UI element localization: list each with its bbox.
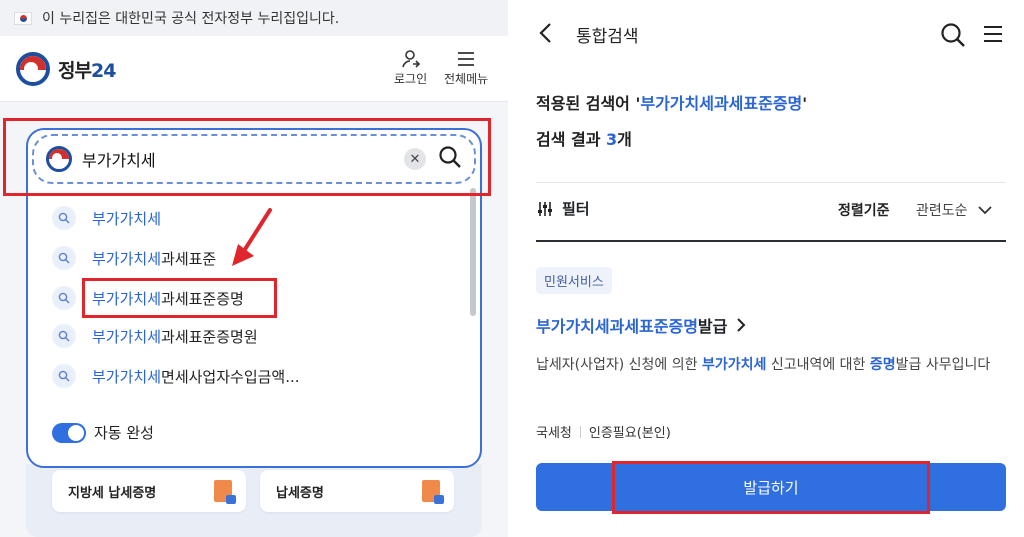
category-badge: 민원서비스 <box>536 267 612 294</box>
filter-label: 필터 <box>562 200 590 218</box>
search-icon <box>52 324 76 348</box>
all-menu-label: 전체메뉴 <box>444 72 489 86</box>
suggestion-item[interactable]: 부가가치세 과세표준증명원 <box>52 322 452 350</box>
search-icon <box>52 286 76 310</box>
search-icon[interactable] <box>940 22 966 52</box>
result-count: 검색 결과 3개 <box>536 130 632 149</box>
auth-requirement: 인증필요(본인) <box>588 426 671 441</box>
result-description: 납세자(사업자) 신청에 의한 부가가치세 신고내역에 대한 증명발급 사무입니… <box>536 357 991 373</box>
hamburger-menu-icon[interactable] <box>982 24 1004 48</box>
login-button[interactable]: 로그인 <box>394 48 427 87</box>
page-title: 통합검색 <box>576 27 639 47</box>
site-header: 정부24 로그인 전체메뉴 <box>0 36 508 102</box>
tax-certificate-card[interactable]: 납세증명 <box>260 470 454 512</box>
card-label: 납세증명 <box>276 485 324 501</box>
hamburger-menu-icon <box>456 48 476 70</box>
logo-text: 정부24 <box>58 59 116 82</box>
org-name: 국세청 <box>536 426 572 441</box>
autocomplete-label: 자동 완성 <box>94 424 154 442</box>
local-tax-certificate-card[interactable]: 지방세 납세증명 <box>52 470 246 512</box>
suggestion-item[interactable]: 부가가치세 면세사업자수입금액... <box>52 362 452 390</box>
document-icon <box>422 480 444 504</box>
gov24-logo[interactable]: 정부24 <box>16 52 116 86</box>
korea-flag-icon <box>14 11 32 25</box>
toggle-switch[interactable] <box>52 422 86 443</box>
user-login-icon <box>401 48 421 70</box>
filter-button[interactable]: 필터 <box>536 198 590 219</box>
separator <box>579 425 581 438</box>
sort-label: 정렬기준 <box>838 203 890 219</box>
search-icon <box>52 246 76 270</box>
divider <box>536 240 1006 242</box>
filter-sliders-icon <box>538 201 552 216</box>
chevron-down-icon <box>977 206 992 215</box>
sort-value: 관련도순 <box>916 203 968 219</box>
result-title-link[interactable]: 부가가치세과세표준증명 발급 <box>536 313 747 337</box>
official-notice-bar: 이 누리집은 대한민국 공식 전자정부 누리집입니다. <box>0 0 508 36</box>
sort-select[interactable]: 관련도순 <box>916 200 992 220</box>
all-menu-button[interactable]: 전체메뉴 <box>444 48 488 87</box>
divider <box>536 182 1006 183</box>
autocomplete-toggle[interactable]: 자동 완성 <box>52 422 154 443</box>
search-icon <box>52 206 76 230</box>
back-chevron-icon[interactable] <box>538 22 554 48</box>
highlight-box-search <box>3 118 491 196</box>
result-meta: 국세청 인증필요(본인) <box>536 422 671 441</box>
card-label: 지방세 납세증명 <box>68 485 157 501</box>
red-arrow-icon <box>232 208 272 266</box>
dropdown-scrollbar[interactable] <box>470 188 476 316</box>
search-icon <box>52 364 76 388</box>
login-label: 로그인 <box>394 72 428 86</box>
document-icon <box>214 480 236 504</box>
notice-text: 이 누리집은 대한민국 공식 전자정부 누리집입니다. <box>42 11 340 27</box>
chevron-right-icon <box>737 318 746 332</box>
right-screen: 통합검색 적용된 검색어 '부가가치세과세표준증명' 검색 결과 3개 필터 정… <box>516 0 1024 537</box>
applied-query-text: 적용된 검색어 '부가가치세과세표준증명' <box>536 94 808 113</box>
left-screen: 이 누리집은 대한민국 공식 전자정부 누리집입니다. 정부24 로그인 전체메… <box>0 0 508 537</box>
highlight-box-suggestion <box>82 278 277 318</box>
gov-emblem-icon <box>16 52 50 86</box>
highlight-box-button <box>612 461 930 514</box>
